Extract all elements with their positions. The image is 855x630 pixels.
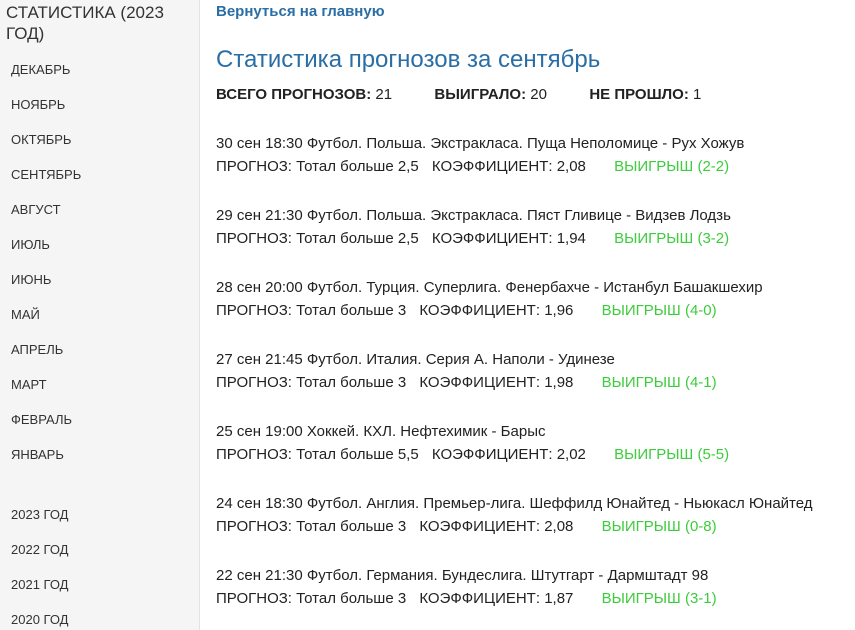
forecast-result: ВЫИГРЫШ (0-8): [601, 518, 717, 535]
forecast-event: 28 сен 20:00 Футбол. Турция. Суперлига. …: [216, 279, 763, 296]
total-value: 21: [375, 86, 393, 103]
forecast-details: ПРОГНОЗ: Тотал больше 3 КОЭФФИЦИЕНТ: 1,9…: [216, 373, 813, 393]
forecast-prediction: Тотал больше 3: [296, 374, 407, 391]
forecast-label: ПРОГНОЗ:: [216, 446, 292, 463]
forecast-event: 27 сен 21:45 Футбол. Италия. Серия А. На…: [216, 351, 615, 368]
forecast-prediction: Тотал больше 3: [296, 518, 407, 535]
forecast-prediction: Тотал больше 3: [296, 590, 407, 607]
coef-label: КОЭФФИЦИЕНТ:: [419, 518, 541, 535]
forecast-result: ВЫИГРЫШ (2-2): [614, 158, 730, 175]
forecast-label: ПРОГНОЗ:: [216, 590, 292, 607]
lost-value: 1: [693, 86, 702, 103]
forecast-list: 30 сен 18:30 Футбол. Польша. Экстракласа…: [216, 134, 813, 630]
forecast-item: 27 сен 21:45 Футбол. Италия. Серия А. На…: [216, 350, 813, 422]
sidebar-item-month[interactable]: МАЙ: [11, 305, 81, 340]
won-value: 20: [530, 86, 547, 103]
lost-label: НЕ ПРОШЛО:: [589, 86, 689, 103]
year-list: 2023 ГОД 2022 ГОД 2021 ГОД 2020 ГОД: [11, 505, 68, 630]
sidebar-item-month[interactable]: СЕНТЯБРЬ: [11, 165, 81, 200]
forecast-details: ПРОГНОЗ: Тотал больше 2,5 КОЭФФИЦИЕНТ: 1…: [216, 229, 813, 249]
forecast-result: ВЫИГРЫШ (3-2): [614, 230, 730, 247]
coef-label: КОЭФФИЦИЕНТ:: [431, 446, 553, 463]
forecast-event: 24 сен 18:30 Футбол. Англия. Премьер-лиг…: [216, 495, 813, 512]
coef-label: КОЭФФИЦИЕНТ:: [431, 158, 553, 175]
sidebar-title: СТАТИСТИКА (2023 ГОД): [6, 3, 164, 43]
forecast-label: ПРОГНОЗ:: [216, 374, 292, 391]
coef-label: КОЭФФИЦИЕНТ:: [419, 374, 541, 391]
forecast-event: 29 сен 21:30 Футбол. Польша. Экстракласа…: [216, 207, 731, 224]
coef-label: КОЭФФИЦИЕНТ:: [419, 302, 541, 319]
sidebar-item-month[interactable]: МАРТ: [11, 375, 81, 410]
forecast-prediction: Тотал больше 2,5: [296, 158, 419, 175]
sidebar-item-month[interactable]: ФЕВРАЛЬ: [11, 410, 81, 445]
total-label: ВСЕГО ПРОГНОЗОВ:: [216, 86, 372, 103]
coef-label: КОЭФФИЦИЕНТ:: [431, 230, 553, 247]
forecast-coef: 1,87: [544, 590, 574, 607]
forecast-prediction: Тотал больше 3: [296, 302, 407, 319]
page: СТАТИСТИКА (2023 ГОД) ДЕКАБРЬ НОЯБРЬ ОКТ…: [0, 0, 855, 630]
sidebar: СТАТИСТИКА (2023 ГОД) ДЕКАБРЬ НОЯБРЬ ОКТ…: [0, 0, 200, 630]
sidebar-item-month[interactable]: НОЯБРЬ: [11, 95, 81, 130]
forecast-coef: 1,98: [544, 374, 574, 391]
forecast-label: ПРОГНОЗ:: [216, 230, 292, 247]
summary: ВСЕГО ПРОГНОЗОВ: 21 ВЫИГРАЛО: 20 НЕ ПРОШ…: [216, 86, 701, 103]
sidebar-item-year[interactable]: 2020 ГОД: [11, 610, 68, 630]
sidebar-item-month[interactable]: ИЮНЬ: [11, 270, 81, 305]
main-content: Вернуться на главную Статистика прогнозо…: [216, 0, 855, 630]
forecast-prediction: Тотал больше 2,5: [296, 230, 419, 247]
sidebar-item-year[interactable]: 2023 ГОД: [11, 505, 68, 540]
forecast-result: ВЫИГРЫШ (4-1): [601, 374, 717, 391]
sidebar-item-year[interactable]: 2022 ГОД: [11, 540, 68, 575]
forecast-prediction: Тотал больше 5,5: [296, 446, 419, 463]
sidebar-item-month[interactable]: ИЮЛЬ: [11, 235, 81, 270]
forecast-coef: 1,96: [544, 302, 574, 319]
sidebar-item-month[interactable]: АВГУСТ: [11, 200, 81, 235]
won-label: ВЫИГРАЛО:: [434, 86, 527, 103]
forecast-coef: 2,08: [556, 158, 586, 175]
forecast-event: 22 сен 21:30 Футбол. Германия. Бундеслиг…: [216, 567, 709, 584]
forecast-result: ВЫИГРЫШ (4-0): [601, 302, 717, 319]
forecast-item: 28 сен 20:00 Футбол. Турция. Суперлига. …: [216, 278, 813, 350]
forecast-result: ВЫИГРЫШ (5-5): [614, 446, 730, 463]
sidebar-item-month[interactable]: ЯНВАРЬ: [11, 445, 81, 480]
coef-label: КОЭФФИЦИЕНТ:: [419, 590, 541, 607]
back-to-home-link[interactable]: Вернуться на главную: [216, 3, 385, 20]
sidebar-item-month[interactable]: ОКТЯБРЬ: [11, 130, 81, 165]
forecast-coef: 2,08: [544, 518, 574, 535]
forecast-details: ПРОГНОЗ: Тотал больше 2,5 КОЭФФИЦИЕНТ: 2…: [216, 157, 813, 177]
forecast-label: ПРОГНОЗ:: [216, 158, 292, 175]
forecast-details: ПРОГНОЗ: Тотал больше 3 КОЭФФИЦИЕНТ: 1,8…: [216, 589, 813, 609]
forecast-label: ПРОГНОЗ:: [216, 302, 292, 319]
forecast-label: ПРОГНОЗ:: [216, 518, 292, 535]
forecast-item: 25 сен 19:00 Хоккей. КХЛ. Нефтехимик - Б…: [216, 422, 813, 494]
forecast-coef: 1,94: [556, 230, 586, 247]
page-title: Статистика прогнозов за сентябрь: [216, 46, 601, 73]
forecast-item: 24 сен 18:30 Футбол. Англия. Премьер-лиг…: [216, 494, 813, 566]
forecast-details: ПРОГНОЗ: Тотал больше 3 КОЭФФИЦИЕНТ: 2,0…: [216, 517, 813, 537]
forecast-event: 30 сен 18:30 Футбол. Польша. Экстракласа…: [216, 135, 745, 152]
forecast-details: ПРОГНОЗ: Тотал больше 5,5 КОЭФФИЦИЕНТ: 2…: [216, 445, 813, 465]
sidebar-item-year[interactable]: 2021 ГОД: [11, 575, 68, 610]
forecast-coef: 2,02: [556, 446, 586, 463]
sidebar-item-month[interactable]: АПРЕЛЬ: [11, 340, 81, 375]
forecast-event: 25 сен 19:00 Хоккей. КХЛ. Нефтехимик - Б…: [216, 423, 546, 440]
forecast-details: ПРОГНОЗ: Тотал больше 3 КОЭФФИЦИЕНТ: 1,9…: [216, 301, 813, 321]
sidebar-item-month[interactable]: ДЕКАБРЬ: [11, 60, 81, 95]
month-list: ДЕКАБРЬ НОЯБРЬ ОКТЯБРЬ СЕНТЯБРЬ АВГУСТ И…: [11, 60, 81, 480]
forecast-result: ВЫИГРЫШ (3-1): [601, 590, 717, 607]
forecast-item: 22 сен 21:30 Футбол. Германия. Бундеслиг…: [216, 566, 813, 630]
forecast-item: 30 сен 18:30 Футбол. Польша. Экстракласа…: [216, 134, 813, 206]
forecast-item: 29 сен 21:30 Футбол. Польша. Экстракласа…: [216, 206, 813, 278]
